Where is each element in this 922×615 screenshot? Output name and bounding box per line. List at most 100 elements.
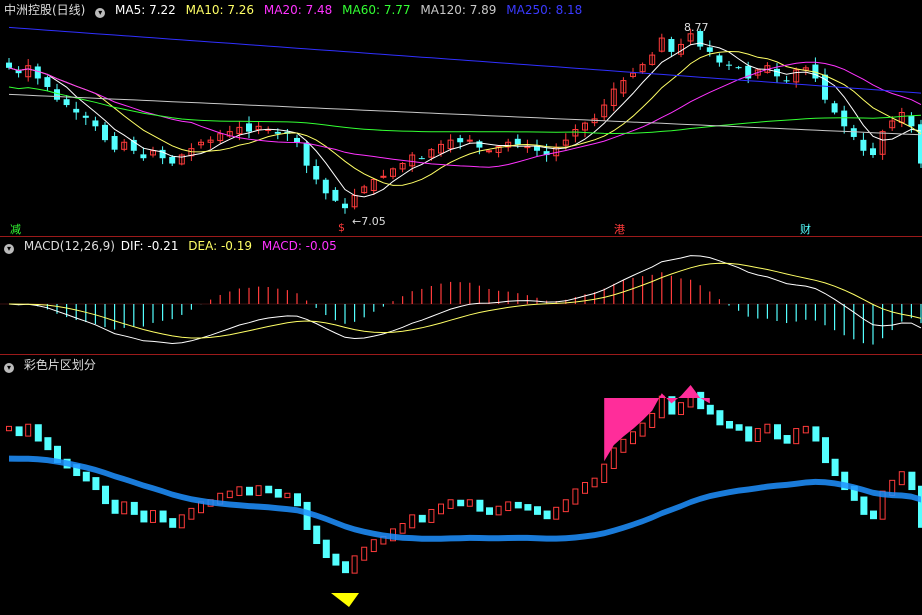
band-bar: [102, 485, 109, 505]
chevron-down-icon[interactable]: ▾: [4, 363, 14, 373]
band-bar: [111, 499, 119, 514]
band-bar: [505, 501, 512, 512]
band-bar: [639, 422, 646, 437]
band-bar: [313, 525, 321, 544]
candle-body: [303, 142, 310, 166]
candle-body: [716, 55, 723, 63]
band-bar: [898, 471, 905, 486]
high-price-annotation: 8.77: [684, 21, 709, 34]
top-signal-area: [604, 385, 710, 462]
chart-window: 中洲控股(日线) ▾ MA5: 7.22 MA10: 7.26 MA20: 7.…: [0, 0, 922, 615]
band-bar: [783, 435, 791, 444]
band-bar: [25, 423, 32, 437]
band-bar: [860, 496, 868, 515]
chart-canvas: [0, 26, 922, 607]
band-bar: [150, 510, 156, 523]
band-bar: [284, 492, 291, 499]
band-bar: [908, 471, 916, 491]
band-bar: [716, 410, 724, 426]
band-bar: [159, 510, 167, 523]
event-marker-cai[interactable]: 财: [800, 221, 811, 237]
candle-body: [313, 166, 320, 180]
band-bar: [6, 425, 12, 432]
candle-body: [92, 120, 99, 127]
dea-label: DEA: -0.19: [188, 239, 253, 253]
ma60-line: [8, 86, 922, 135]
candle-body: [111, 136, 118, 150]
band-bar: [188, 507, 195, 520]
band-bar: [812, 426, 820, 442]
band-bar: [255, 485, 262, 496]
event-marker-jian[interactable]: 减: [10, 221, 21, 237]
band-bar: [764, 423, 771, 434]
candle-body: [6, 62, 12, 68]
band-bar: [332, 553, 340, 566]
candle-body: [274, 131, 281, 134]
candle-body: [466, 139, 473, 142]
candle-body: [476, 141, 483, 148]
candle-body: [44, 77, 51, 87]
band-bar: [476, 499, 484, 512]
candle-body: [246, 123, 252, 132]
band-bar: [294, 493, 301, 507]
event-marker-gang[interactable]: 港: [614, 221, 625, 237]
band-bar: [553, 506, 560, 520]
band-bar: [438, 503, 444, 515]
band-bar: [582, 482, 588, 494]
candle-body: [841, 110, 848, 127]
band-bar: [351, 555, 358, 574]
band-bar: [246, 486, 253, 496]
chevron-down-icon[interactable]: ▾: [4, 244, 14, 254]
band-bar: [534, 506, 541, 515]
band-bar: [745, 426, 753, 442]
band-bar: [140, 510, 148, 523]
candle-body: [418, 158, 425, 160]
band-bar: [774, 424, 781, 440]
band-bar: [601, 463, 608, 484]
macd-value-label: MACD: -0.05: [261, 239, 337, 253]
low-price-annotation: ←7.05: [352, 215, 386, 228]
band-bar: [342, 561, 349, 574]
band-bar: [649, 412, 656, 428]
band-bar: [514, 501, 522, 509]
candle-body: [735, 67, 742, 69]
band-bar: [92, 477, 100, 491]
candle-body: [783, 80, 790, 82]
candle-body: [169, 156, 176, 164]
band-bar: [706, 404, 714, 415]
candle-body: [870, 148, 876, 156]
band-bar: [428, 508, 435, 523]
candle-body: [380, 175, 387, 178]
band-bar: [34, 424, 42, 442]
candle-body: [668, 39, 675, 52]
candle-body: [514, 138, 521, 145]
ma250-line: [8, 26, 922, 94]
band-bar: [495, 505, 502, 516]
band-bar: [754, 428, 761, 443]
band-bar: [562, 499, 569, 513]
band-bar: [486, 507, 493, 515]
candle-body: [82, 115, 89, 118]
macd-header: ▾ MACD(12,26,9) DIF: -0.21 DEA: -0.19 MA…: [4, 238, 343, 254]
event-marker-s[interactable]: $: [338, 221, 345, 234]
band-bar: [572, 488, 579, 505]
band-bar: [265, 485, 273, 494]
band-bar: [236, 486, 243, 496]
band-bar: [82, 471, 90, 482]
candle-body: [706, 47, 713, 52]
candle-body: [486, 150, 492, 153]
band-bar: [543, 510, 551, 520]
macd-title: MACD(12,26,9): [23, 239, 115, 253]
candle-body: [63, 99, 70, 106]
band-bar: [610, 447, 617, 469]
candle-body: [332, 189, 339, 201]
band-bar: [918, 485, 922, 528]
candle-body: [342, 203, 348, 209]
band-bar: [802, 425, 809, 434]
dif-label: DIF: -0.21: [120, 239, 179, 253]
candle-body: [726, 64, 732, 66]
band-bar: [44, 437, 52, 451]
band-bar: [399, 523, 406, 534]
candle-body: [102, 124, 108, 141]
band-bar: [726, 421, 733, 429]
